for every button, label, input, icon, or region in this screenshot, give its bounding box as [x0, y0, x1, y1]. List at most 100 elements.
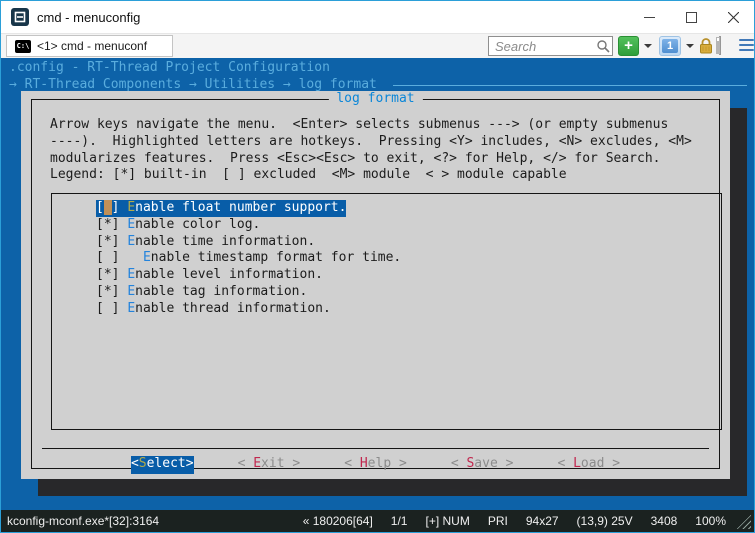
lock-icon[interactable] — [698, 37, 714, 59]
checkbox-open-bracket: [ — [96, 217, 104, 232]
checkbox-open-bracket: [ — [96, 267, 104, 282]
checkbox-open-bracket: [ — [96, 200, 104, 215]
status-segment: 3408 — [651, 514, 678, 528]
button-hotkey: S — [139, 456, 147, 471]
list-item[interactable]: [*] Enable tag information. — [52, 284, 721, 301]
dialog-title: log format — [328, 91, 422, 108]
checkbox-state — [104, 301, 112, 316]
tab-cmd-menuconf[interactable]: C:\ <1> cmd - menuconf — [6, 35, 173, 57]
checkbox-state — [104, 200, 112, 215]
dialog-help-text: Arrow keys navigate the menu. <Enter> se… — [50, 117, 692, 184]
item-label: nable color log. — [135, 217, 260, 232]
hotkey-letter: E — [127, 267, 135, 282]
load-button[interactable]: < Load > — [557, 456, 620, 474]
status-right: « 180206[64] 1/1 [+] NUM PRI 94x27 (13,9) 25V… — [303, 514, 726, 528]
list-item-line: [*] Enable color log. — [96, 217, 260, 234]
button-bracket-left: < — [238, 456, 254, 471]
save-button[interactable]: < Save > — [451, 456, 514, 474]
checkbox-state: * — [104, 267, 112, 282]
search-box — [488, 36, 613, 56]
help-button[interactable]: < Help > — [344, 456, 407, 474]
list-item-line: [ ] Enable float number support. — [96, 200, 346, 217]
item-label: nable timestamp format for time. — [151, 250, 401, 265]
status-segment: 1/1 — [391, 514, 408, 528]
checkbox-state: * — [104, 234, 112, 249]
item-label: nable float number support. — [135, 200, 346, 215]
button-bracket-right: elect> — [147, 456, 194, 471]
status-segment: [+] NUM — [425, 514, 469, 528]
list-item[interactable]: [ ] Enable thread information. — [52, 301, 721, 318]
button-bracket-right: xit > — [261, 456, 300, 471]
active-console-button[interactable]: 1 — [659, 36, 681, 56]
button-hotkey: E — [253, 456, 261, 471]
button-hotkey: H — [360, 456, 368, 471]
window-title: cmd - menuconfig — [37, 10, 140, 25]
conemu-logo-icon — [11, 8, 29, 26]
button-bracket-left: < — [344, 456, 360, 471]
close-button[interactable] — [712, 1, 754, 33]
status-segment: 94x27 — [526, 514, 559, 528]
hotkey-letter: E — [127, 284, 135, 299]
button-row: <Select>< Exit >< Help >< Save >< Load > — [42, 456, 709, 474]
menu-icon[interactable] — [739, 39, 754, 51]
status-segment: « 180206[64] — [303, 514, 373, 528]
button-separator — [42, 448, 709, 449]
checkbox-state: * — [104, 284, 112, 299]
maximize-button[interactable] — [670, 1, 712, 33]
status-segment: (13,9) 25V — [577, 514, 633, 528]
checkbox-open-bracket: [ — [96, 234, 104, 249]
log-format-dialog: log format Arrow keys navigate the menu.… — [21, 91, 730, 479]
checkbox-state: * — [104, 217, 112, 232]
resize-grip-icon[interactable] — [736, 514, 751, 529]
item-label: nable level information. — [135, 267, 323, 282]
list-item-line: [*] Enable time information. — [96, 234, 315, 251]
list-item-line: [ ] Enable thread information. — [96, 301, 331, 318]
button-bracket-right: elp > — [368, 456, 407, 471]
button-hotkey: L — [573, 456, 581, 471]
terminal: .config - RT-Thread Project Configuratio… — [1, 58, 754, 512]
status-process: kconfig-mconf.exe*[32]:3164 — [1, 514, 159, 528]
list-item[interactable]: [ ] Enable timestamp format for time. — [52, 250, 721, 267]
option-list: [ ] Enable float number support.[*] Enab… — [51, 193, 722, 430]
search-icon — [596, 39, 610, 58]
minimize-button[interactable] — [628, 1, 670, 33]
checkbox-open-bracket: [ — [96, 284, 104, 299]
title-bar: cmd - menuconfig — [1, 1, 754, 33]
item-indent — [119, 250, 142, 265]
button-bracket-left: < — [131, 456, 139, 471]
console-number: 1 — [662, 39, 678, 53]
new-console-button[interactable]: + — [618, 36, 639, 56]
list-item[interactable]: [*] Enable color log. — [52, 217, 721, 234]
hotkey-letter: E — [127, 200, 135, 215]
item-label: nable tag information. — [135, 284, 307, 299]
list-item[interactable]: [*] Enable level information. — [52, 267, 721, 284]
list-item[interactable]: [ ] Enable float number support. — [52, 200, 721, 217]
console-list-dropdown-icon[interactable] — [686, 44, 694, 48]
list-item-line: [*] Enable level information. — [96, 267, 323, 284]
checkbox-state — [104, 250, 112, 265]
dialog-border: log format Arrow keys navigate the menu.… — [31, 99, 720, 469]
tab-bar: C:\ <1> cmd - menuconf + 1 — [1, 33, 754, 58]
checkbox-open-bracket: [ — [96, 301, 104, 316]
status-bar: kconfig-mconf.exe*[32]:3164 « 180206[64]… — [1, 510, 754, 532]
config-title-line: .config - RT-Thread Project Configuratio… — [9, 60, 330, 77]
exit-button[interactable]: < Exit > — [238, 456, 301, 474]
new-console-dropdown-icon[interactable] — [644, 44, 652, 48]
list-item-line: [ ] Enable timestamp format for time. — [96, 250, 401, 267]
status-segment: PRI — [488, 514, 508, 528]
list-item[interactable]: [*] Enable time information. — [52, 234, 721, 251]
button-bracket-right: oad > — [581, 456, 620, 471]
scroll-buffer-icon[interactable] — [719, 37, 721, 55]
hotkey-letter: E — [143, 250, 151, 265]
button-bracket-left: < — [557, 456, 573, 471]
search-input[interactable] — [488, 36, 613, 56]
hotkey-letter: E — [127, 301, 135, 316]
select-button[interactable]: <Select> — [131, 456, 194, 474]
hotkey-letter: E — [127, 217, 135, 232]
item-label: nable time information. — [135, 234, 315, 249]
list-item-line: [*] Enable tag information. — [96, 284, 307, 301]
status-segment: 100% — [695, 514, 726, 528]
checkbox-open-bracket: [ — [96, 250, 104, 265]
button-bracket-left: < — [451, 456, 467, 471]
conemu-window: cmd - menuconfig C:\ <1> cmd - menuconf … — [0, 0, 755, 533]
